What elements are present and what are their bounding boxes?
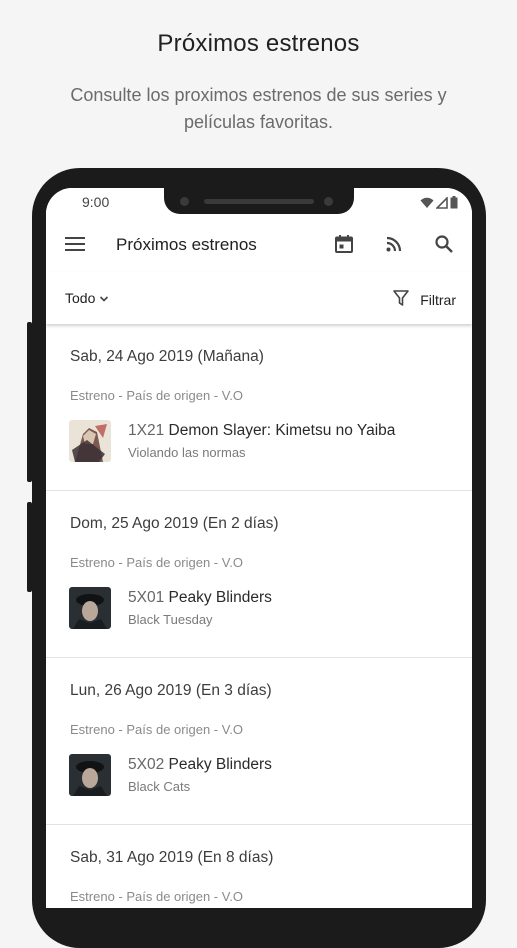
status-icons — [420, 196, 458, 214]
releases-list: Sab, 24 Ago 2019 (Mañana) Estreno - País… — [46, 324, 472, 908]
scope-label: Todo — [65, 290, 96, 306]
wifi-icon — [420, 196, 434, 214]
episode-title[interactable]: 5X01 Peaky Blinders — [128, 589, 272, 607]
release-meta: Estreno - País de origen - V.O — [70, 722, 243, 737]
scope-dropdown[interactable]: Todo — [65, 290, 109, 306]
release-date: Sab, 31 Ago 2019 (En 8 días) — [70, 849, 274, 866]
earpiece-speaker — [204, 199, 314, 204]
filter-bar: Todo Filtrar — [46, 272, 472, 324]
release-meta: Estreno - País de origen - V.O — [70, 889, 243, 904]
release-date: Dom, 25 Ago 2019 (En 2 días) — [70, 515, 279, 532]
calendar-icon[interactable] — [332, 232, 356, 256]
episode-code: 5X01 — [128, 589, 165, 606]
app-toolbar: Próximos estrenos — [46, 216, 472, 272]
episode-name: Black Cats — [128, 779, 191, 794]
episode-name: Black Tuesday — [128, 612, 213, 627]
status-bar: 9:00 — [46, 188, 472, 216]
filter-icon — [392, 289, 410, 310]
episode-name: Violando las normas — [128, 445, 246, 460]
show-name: Peaky Blinders — [168, 756, 272, 773]
show-poster-thumbnail[interactable] — [69, 587, 111, 629]
release-date: Lun, 26 Ago 2019 (En 3 días) — [70, 682, 272, 699]
release-day-card: Dom, 25 Ago 2019 (En 2 días) Estreno - P… — [46, 491, 472, 658]
battery-icon — [450, 196, 458, 214]
episode-title[interactable]: 5X02 Peaky Blinders — [128, 756, 272, 774]
filter-button[interactable]: Filtrar — [392, 289, 456, 310]
show-name: Demon Slayer: Kimetsu no Yaiba — [168, 422, 396, 439]
search-icon[interactable] — [432, 232, 456, 256]
release-day-card: Lun, 26 Ago 2019 (En 3 días) Estreno - P… — [46, 658, 472, 825]
status-time: 9:00 — [82, 194, 110, 210]
release-day-card: Sab, 31 Ago 2019 (En 8 días) Estreno - P… — [46, 825, 472, 908]
release-meta: Estreno - País de origen - V.O — [70, 388, 243, 403]
episode-title[interactable]: 1X21 Demon Slayer: Kimetsu no Yaiba — [128, 422, 395, 440]
episode-code: 5X02 — [128, 756, 165, 773]
show-name: Peaky Blinders — [168, 589, 272, 606]
chevron-down-icon — [99, 290, 109, 306]
episode-code: 1X21 — [128, 422, 165, 439]
toolbar-title: Próximos estrenos — [116, 235, 257, 254]
device-notch — [164, 188, 354, 214]
promo-subtitle: Consulte los proximos estrenos de sus se… — [70, 85, 447, 132]
show-poster-thumbnail[interactable] — [69, 754, 111, 796]
front-camera — [180, 197, 189, 206]
signal-icon — [435, 196, 448, 214]
release-day-card: Sab, 24 Ago 2019 (Mañana) Estreno - País… — [46, 324, 472, 491]
release-date: Sab, 24 Ago 2019 (Mañana) — [70, 348, 264, 365]
app-screen: 9:00 Próximos estrenos Todo Filtrar Sab,… — [46, 188, 472, 908]
release-meta: Estreno - País de origen - V.O — [70, 555, 243, 570]
menu-icon[interactable] — [63, 232, 87, 256]
promo-title: Próximos estrenos — [157, 30, 360, 57]
show-poster-thumbnail[interactable] — [69, 420, 111, 462]
front-sensor — [324, 197, 333, 206]
cast-icon[interactable] — [382, 232, 406, 256]
filter-label: Filtrar — [420, 291, 456, 308]
